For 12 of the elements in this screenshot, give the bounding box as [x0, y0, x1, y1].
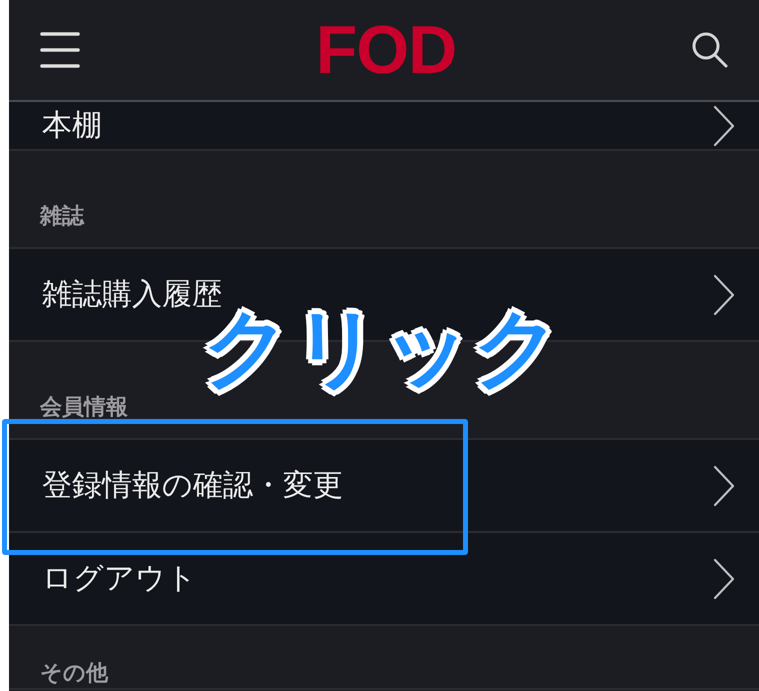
- chevron-right-icon: [713, 464, 735, 506]
- section-heading: 雑誌: [40, 203, 84, 231]
- chevron-right-icon: [713, 558, 735, 600]
- menu-icon[interactable]: [40, 32, 80, 68]
- section-heading: 会員情報: [40, 394, 128, 422]
- search-icon[interactable]: [692, 32, 728, 68]
- chevron-right-icon: [713, 104, 735, 146]
- menu-item[interactable]: 本棚: [9, 102, 759, 151]
- menu-item[interactable]: 登録情報の確認・変更: [9, 440, 759, 533]
- menu-item[interactable]: ログアウト: [9, 533, 759, 626]
- chevron-right-icon: [713, 274, 735, 316]
- section-heading: その他: [40, 660, 108, 688]
